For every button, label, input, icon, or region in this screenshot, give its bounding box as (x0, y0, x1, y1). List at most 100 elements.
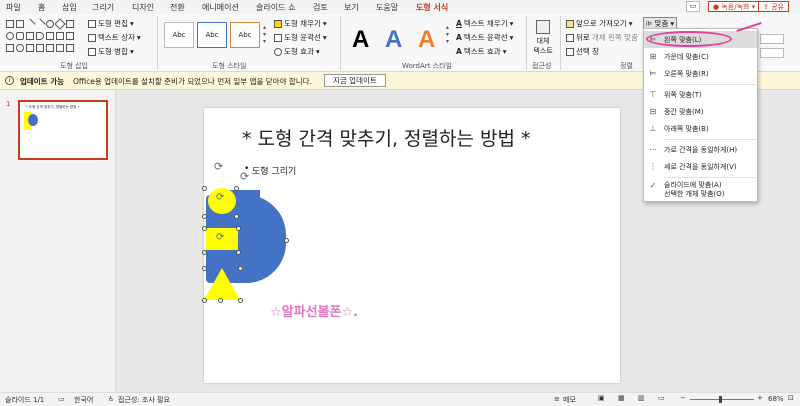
text-fill-button[interactable]: A 텍스트 채우기 ▾ (456, 18, 513, 29)
tab-draw[interactable]: 그리기 (92, 2, 114, 13)
textbox-shape-icon[interactable] (16, 20, 24, 28)
arc-shape-icon[interactable] (46, 44, 54, 52)
more-shapes-icon[interactable] (66, 44, 74, 52)
fit-slide-icon[interactable]: ⊡ (788, 394, 794, 402)
pentagon-shape-icon[interactable] (26, 32, 34, 40)
shape-style-2[interactable]: Abc (197, 22, 227, 48)
menu-item-distribute-horizontal[interactable]: ⋯ 가로 간격을 동일하게(H) (644, 141, 757, 158)
normal-view-icon[interactable]: ▣ (598, 394, 605, 402)
slide-bullet-text[interactable]: 도형 그리기 (252, 164, 296, 177)
selection-handle[interactable] (234, 214, 239, 219)
shape-style-3[interactable]: Abc (230, 22, 260, 48)
rotate-handle-icon[interactable]: ⟳ (216, 192, 224, 203)
selection-handle[interactable] (236, 250, 241, 255)
selection-handle[interactable] (202, 214, 207, 219)
chevron-shape-icon[interactable] (36, 32, 44, 40)
slide-thumbnail-1[interactable]: * 도형 간격 맞추기, 정렬하는 방법 * (18, 100, 108, 160)
share-button[interactable]: ⇪ 공유 (758, 1, 789, 12)
spellcheck-icon[interactable]: ▭ (58, 395, 65, 403)
zoom-in-button[interactable]: + (757, 394, 763, 402)
slide-sorter-icon[interactable]: ▦ (618, 394, 625, 402)
tab-animations[interactable]: 애니메이션 (202, 2, 239, 13)
circle-shape-icon[interactable] (6, 32, 14, 40)
selection-handle[interactable] (202, 226, 207, 231)
tab-design[interactable]: 디자인 (132, 2, 154, 13)
wordart-style-orange[interactable]: A (418, 26, 435, 54)
comment-icon[interactable]: ▭ (686, 1, 700, 12)
send-backward-button[interactable]: 뒤로 개체 왼쪽 맞춤 (566, 32, 638, 43)
size-height-field[interactable] (760, 34, 784, 44)
diamond-shape-icon[interactable] (54, 18, 66, 30)
flowchart-shape-icon[interactable] (6, 44, 14, 52)
size-width-field[interactable] (760, 48, 784, 58)
oval-shape-icon[interactable] (46, 20, 54, 28)
selection-handle[interactable] (202, 186, 207, 191)
tab-home[interactable]: 홈 (38, 2, 45, 13)
selection-handle[interactable] (202, 250, 207, 255)
slide-title[interactable]: * 도형 간격 맞추기, 정렬하는 방법 * (242, 124, 531, 151)
brace-shape-icon[interactable] (46, 32, 54, 40)
rotate-handle-icon[interactable]: ⟳ (214, 160, 223, 173)
tab-insert[interactable]: 삽입 (62, 2, 77, 13)
menu-item-distribute-vertical[interactable]: ⋮ 세로 간격을 동일하게(V) (644, 158, 757, 175)
accessibility-status[interactable]: 접근성: 조사 필요 (118, 395, 170, 405)
tab-transitions[interactable]: 전환 (170, 2, 185, 13)
menu-item-align-top[interactable]: ⊤ 위쪽 맞춤(T) (644, 86, 757, 103)
callout-shape-icon[interactable] (26, 44, 34, 52)
menu-item-align-selected[interactable]: 선택한 개체 맞춤(O) (644, 187, 757, 201)
wordart-style-blue[interactable]: A (385, 26, 402, 54)
rounded-rect-shape-icon[interactable] (16, 32, 24, 40)
rotate-handle-icon[interactable]: ⟳ (216, 232, 224, 243)
selection-pane-button[interactable]: 선택 창 (566, 46, 599, 57)
notes-button[interactable]: 메모 (563, 395, 576, 405)
ring-shape-icon[interactable] (16, 44, 24, 52)
selection-handle[interactable] (284, 238, 289, 243)
selection-handle[interactable] (238, 298, 243, 303)
curve-shape-icon[interactable] (56, 44, 64, 52)
selection-handle[interactable] (202, 266, 207, 271)
accessibility-icon[interactable]: ♿ (108, 395, 114, 403)
rectangle-shape-icon[interactable] (6, 20, 14, 28)
tab-slideshow[interactable]: 슬라이드 쇼 (256, 2, 295, 13)
rotate-handle-icon[interactable]: ⟳ (240, 170, 249, 183)
bring-forward-button[interactable]: 앞으로 가져오기 ▾ (566, 18, 632, 29)
shape-fill-button[interactable]: 도형 채우기 ▾ (274, 18, 327, 29)
selection-handle[interactable] (234, 186, 239, 191)
selection-handle[interactable] (236, 226, 241, 231)
edit-shape-button[interactable]: 도형 편집 ▾ (88, 18, 134, 29)
update-now-button[interactable]: 지금 업데이트 (324, 74, 386, 87)
menu-item-align-right[interactable]: ⊨ 오른쪽 맞춤(R) (644, 65, 757, 82)
wordart-style-black[interactable]: A (352, 26, 369, 54)
tab-view[interactable]: 보기 (344, 2, 359, 13)
zoom-slider[interactable] (690, 399, 754, 400)
bracket-shape-icon[interactable] (56, 32, 64, 40)
shape-outline-button[interactable]: 도형 윤곽선 ▾ (274, 32, 327, 43)
text-box-button[interactable]: 텍스트 상자 ▾ (88, 32, 141, 43)
selection-handle[interactable] (238, 266, 243, 271)
zoom-level[interactable]: 68% (768, 395, 784, 403)
star-shape-icon[interactable] (66, 32, 74, 40)
arrow-shape-icon[interactable] (34, 18, 46, 30)
triangle-shape-icon[interactable] (66, 20, 74, 28)
menu-item-align-middle[interactable]: ⊟ 중간 맞춤(M) (644, 103, 757, 120)
text-outline-button[interactable]: A 텍스트 윤곽선 ▾ (456, 32, 513, 43)
zoom-slider-thumb[interactable] (719, 396, 722, 403)
menu-item-align-bottom[interactable]: ⊥ 아래쪽 맞춤(B) (644, 120, 757, 137)
selection-handle[interactable] (218, 298, 223, 303)
shape-style-1[interactable]: Abc (164, 22, 194, 48)
tab-file[interactable]: 파일 (6, 2, 21, 13)
text-effects-button[interactable]: A 텍스트 효과 ▾ (456, 46, 506, 57)
merge-shapes-button[interactable]: 도형 병합 ▾ (88, 46, 134, 57)
slideshow-view-icon[interactable]: ▭ (658, 394, 665, 402)
record-button[interactable]: ● 녹음/녹화 ▾ (708, 1, 761, 12)
tab-review[interactable]: 검토 (313, 2, 328, 13)
language-indicator[interactable]: 한국어 (74, 395, 93, 405)
style-gallery-scroll-icon[interactable]: ▴ ▾ ▾ (263, 24, 266, 45)
alt-text-button[interactable]: 대체 텍스트 (532, 20, 554, 56)
zoom-out-button[interactable]: − (680, 394, 686, 402)
wordart-gallery-scroll-icon[interactable]: ▴ ▾ ▾ (446, 24, 449, 45)
wave-shape-icon[interactable] (36, 44, 44, 52)
reading-view-icon[interactable]: ▥ (638, 394, 645, 402)
slide[interactable]: * 도형 간격 맞추기, 정렬하는 방법 * • 도형 그리기 ⟳ ⟳ ⟳ ⟳ … (202, 108, 620, 383)
shape-effects-button[interactable]: 도형 효과 ▾ (274, 46, 320, 57)
